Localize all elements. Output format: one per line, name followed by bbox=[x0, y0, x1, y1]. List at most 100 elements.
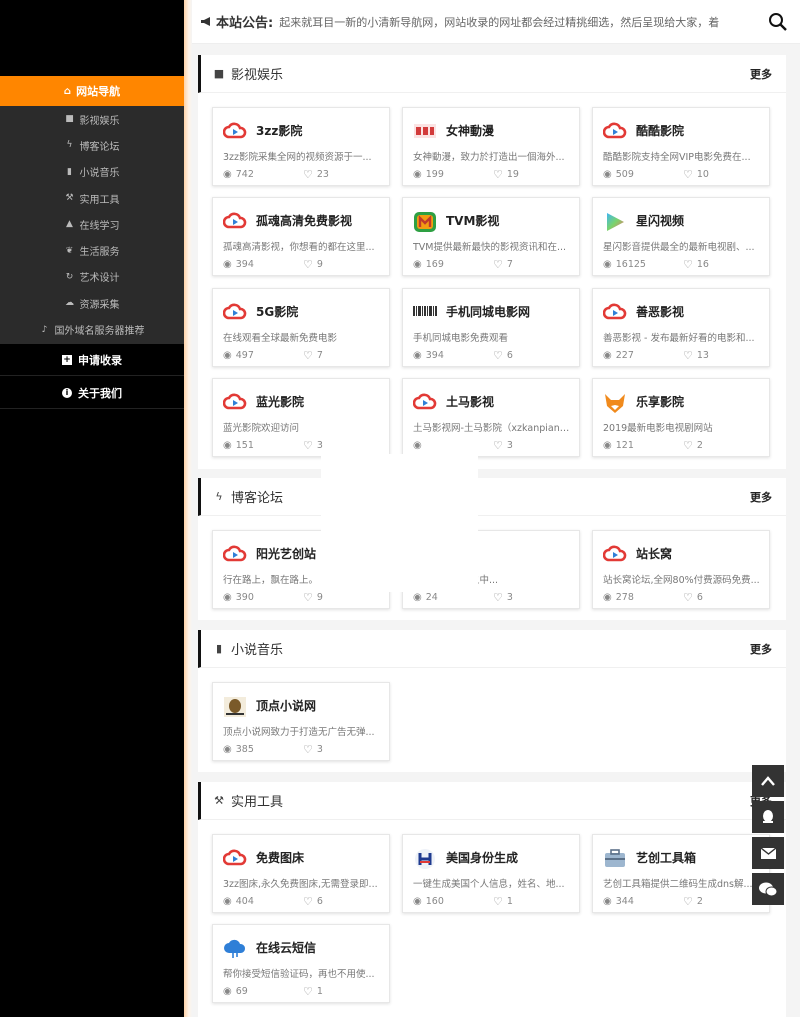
likes-count: 3 bbox=[316, 744, 323, 755]
site-card[interactable]: TVM影视 TVM提供最新最快的影视资讯和在... ◉ 169 ♡ 7 bbox=[402, 197, 580, 276]
site-card[interactable]: 5G影院 在线观看全球最新免费电影 ◉ 497 ♡ 7 bbox=[212, 288, 390, 367]
toolbox-logo bbox=[603, 848, 627, 868]
likes-stat[interactable]: ♡ 9 bbox=[303, 258, 383, 271]
likes-stat[interactable]: ♡ 23 bbox=[303, 168, 383, 181]
site-card[interactable]: 蓝光影院 蓝光影院欢迎访问 ◉ 151 ♡ 3 bbox=[212, 378, 390, 457]
site-card[interactable]: 顶点小说网 顶点小说网致力于打造无广告无弹... ◉ 385 ♡ 3 bbox=[212, 682, 390, 761]
site-card[interactable]: 孤魂高清免费影视 孤魂高清影视，你想看的都在这里... ◉ 394 ♡ 9 bbox=[212, 197, 390, 276]
site-name: 3zz影院 bbox=[256, 124, 303, 138]
likes-count: 7 bbox=[506, 259, 513, 270]
site-card[interactable]: 3zz影院 3zz影院采集全网的视频资源于一... ◉ 742 ♡ 23 bbox=[212, 107, 390, 186]
nav-website-navigation[interactable]: ⌂ 网站导航 bbox=[0, 76, 184, 106]
likes-stat[interactable]: ♡ 16 bbox=[683, 258, 763, 271]
bell-icon: ♪ bbox=[41, 324, 48, 335]
likes-stat[interactable]: ♡ 9 bbox=[303, 591, 383, 604]
sidebar-item-blog[interactable]: ϟ 博客论坛 bbox=[0, 132, 184, 158]
wechat-button[interactable] bbox=[752, 873, 784, 905]
site-description: TVM提供最新最快的影视资讯和在... bbox=[413, 242, 567, 253]
site-card[interactable]: 美国身份生成 一键生成美国个人信息，姓名、地... ◉ 160 ♡ 1 bbox=[402, 834, 580, 913]
likes-stat[interactable]: ♡ 7 bbox=[303, 349, 383, 362]
likes-count: 23 bbox=[316, 169, 329, 180]
barcode-logo bbox=[413, 302, 437, 322]
likes-stat[interactable]: ♡ 3 bbox=[303, 743, 383, 756]
site-card[interactable]: 星闪视频 星闪影音提供最全的最新电视剧、... ◉ 16125 ♡ 16 bbox=[592, 197, 770, 276]
site-card[interactable]: 女神動漫 女神動漫，致力於打造出一個海外... ◉ 199 ♡ 19 bbox=[402, 107, 580, 186]
play-cloud-logo bbox=[222, 211, 247, 231]
likes-stat[interactable]: ♡ 2 bbox=[683, 439, 763, 452]
site-card[interactable]: 善恶影视 善恶影视 - 发布最新好看的电影和... ◉ 227 ♡ 13 bbox=[592, 288, 770, 367]
likes-stat[interactable]: ♡ 1 bbox=[493, 895, 573, 908]
likes-stat[interactable]: ♡ 6 bbox=[683, 591, 763, 604]
likes-stat[interactable]: ♡ 10 bbox=[683, 168, 763, 181]
site-card[interactable]: 乐享影院 2019最新电影电视剧网站 ◉ 121 ♡ 2 bbox=[592, 378, 770, 457]
play-cloud-logo bbox=[222, 392, 247, 412]
sidebar-item-domain[interactable]: ♪ 国外域名服务器推荐 bbox=[0, 316, 184, 342]
views-stat: ◉ 394 bbox=[413, 349, 493, 362]
site-card[interactable]: 免费图床 3zz图床,永久免费图床,无需登录即... ◉ 404 ♡ 6 bbox=[212, 834, 390, 913]
likes-stat[interactable]: ♡ 6 bbox=[493, 349, 573, 362]
sidebar-submenu: ■ 影视娱乐 ϟ 博客论坛 ▮ 小说音乐 ⚒ 实用工具 ▲ 在线学习 ❦ 生活服务 ↻ 艺术设… bbox=[0, 106, 184, 344]
site-name: 艺创工具箱 bbox=[636, 851, 697, 865]
sidebar-item-label: 实用工具 bbox=[79, 194, 120, 206]
heart-icon: ♡ bbox=[303, 168, 313, 181]
qq-icon bbox=[763, 810, 773, 823]
views-count: 169 bbox=[425, 259, 444, 270]
sidebar-item-art[interactable]: ↻ 艺术设计 bbox=[0, 264, 184, 290]
likes-stat[interactable]: ♡ 6 bbox=[303, 895, 383, 908]
views-count: 24 bbox=[425, 592, 438, 603]
qq-button[interactable] bbox=[752, 801, 784, 833]
eye-icon: ◉ bbox=[603, 896, 612, 907]
more-link[interactable]: 更多 bbox=[750, 641, 772, 657]
sidebar-item-label: 资源采集 bbox=[79, 299, 120, 311]
site-card[interactable]: 酷酷影院 酷酷影院支持全网VIP电影免费在... ◉ 509 ♡ 10 bbox=[592, 107, 770, 186]
site-card[interactable]: 手机同城电影网 手机同城电影免费观看 ◉ 394 ♡ 6 bbox=[402, 288, 580, 367]
site-description: 酷酷影院支持全网VIP电影免费在... bbox=[603, 152, 751, 163]
views-stat: ◉ 394 bbox=[223, 258, 303, 271]
views-count: 394 bbox=[425, 350, 444, 361]
site-description: 蓝光影院欢迎访问 bbox=[223, 423, 300, 434]
back-to-top-button[interactable] bbox=[752, 765, 784, 797]
views-stat: ◉ 385 bbox=[223, 743, 303, 756]
more-link[interactable]: 更多 bbox=[750, 489, 772, 505]
sidebar-item-resources[interactable]: ☁ 资源采集 bbox=[0, 290, 184, 316]
more-link[interactable]: 更多 bbox=[750, 66, 772, 82]
likes-stat[interactable]: ♡ 2 bbox=[683, 895, 763, 908]
likes-stat[interactable]: ♡ 19 bbox=[493, 168, 573, 181]
views-count: 394 bbox=[235, 259, 254, 270]
blank-overlay bbox=[321, 454, 478, 592]
sidebar-item-learning[interactable]: ▲ 在线学习 bbox=[0, 211, 184, 237]
sidebar-item-tools[interactable]: ⚒ 实用工具 bbox=[0, 185, 184, 211]
site-card[interactable]: 艺创工具箱 艺创工具箱提供二维码生成dns解... ◉ 344 ♡ 2 bbox=[592, 834, 770, 913]
hammer-icon: ⚒ bbox=[214, 794, 224, 807]
sidebar-item-novel[interactable]: ▮ 小说音乐 bbox=[0, 159, 184, 185]
site-card[interactable]: 站长窝 站长窝论坛,全网80%付费源码免费... ◉ 278 ♡ 6 bbox=[592, 530, 770, 609]
likes-stat[interactable]: ♡ 1 bbox=[303, 985, 383, 998]
email-button[interactable] bbox=[752, 837, 784, 869]
section-title: ■ 影视娱乐 bbox=[213, 64, 283, 83]
book-icon: ▮ bbox=[67, 166, 72, 177]
site-stats: ◉ ♡ 3 bbox=[413, 439, 573, 452]
site-stats: ◉ 497 ♡ 7 bbox=[223, 349, 383, 362]
site-stats: ◉ 151 ♡ 3 bbox=[223, 439, 383, 452]
views-stat: ◉ 199 bbox=[413, 168, 493, 181]
section-title: ▮ 小说音乐 bbox=[213, 639, 283, 658]
eye-icon: ◉ bbox=[223, 350, 232, 361]
likes-stat[interactable]: ♡ 3 bbox=[493, 439, 573, 452]
bullhorn-icon bbox=[201, 17, 210, 26]
heart-icon: ♡ bbox=[303, 258, 313, 271]
sidebar-item-film[interactable]: ■ 影视娱乐 bbox=[0, 106, 184, 132]
eye-icon: ◉ bbox=[413, 169, 422, 180]
likes-stat[interactable]: ♡ 13 bbox=[683, 349, 763, 362]
sidebar-item-life[interactable]: ❦ 生活服务 bbox=[0, 237, 184, 263]
site-card[interactable]: 在线云短信 帮你接受短信验证码，再也不用使... ◉ 69 ♡ 1 bbox=[212, 924, 390, 1003]
sidebar-about-us[interactable]: i 关于我们 bbox=[0, 377, 184, 409]
likes-stat[interactable]: ♡ 7 bbox=[493, 258, 573, 271]
site-card[interactable]: 土马影视 土马影视网-土马影院（xzkanpian.... ◉ ♡ 3 bbox=[402, 378, 580, 457]
sidebar-item-label: 生活服务 bbox=[79, 247, 120, 259]
likes-stat[interactable]: ♡ 3 bbox=[493, 591, 573, 604]
likes-stat[interactable]: ♡ 3 bbox=[303, 439, 383, 452]
search-button[interactable] bbox=[768, 12, 788, 32]
eye-icon: ◉ bbox=[413, 896, 422, 907]
sidebar-submit-site[interactable]: + 申请收录 bbox=[0, 344, 184, 376]
site-name: 在线云短信 bbox=[256, 941, 317, 955]
